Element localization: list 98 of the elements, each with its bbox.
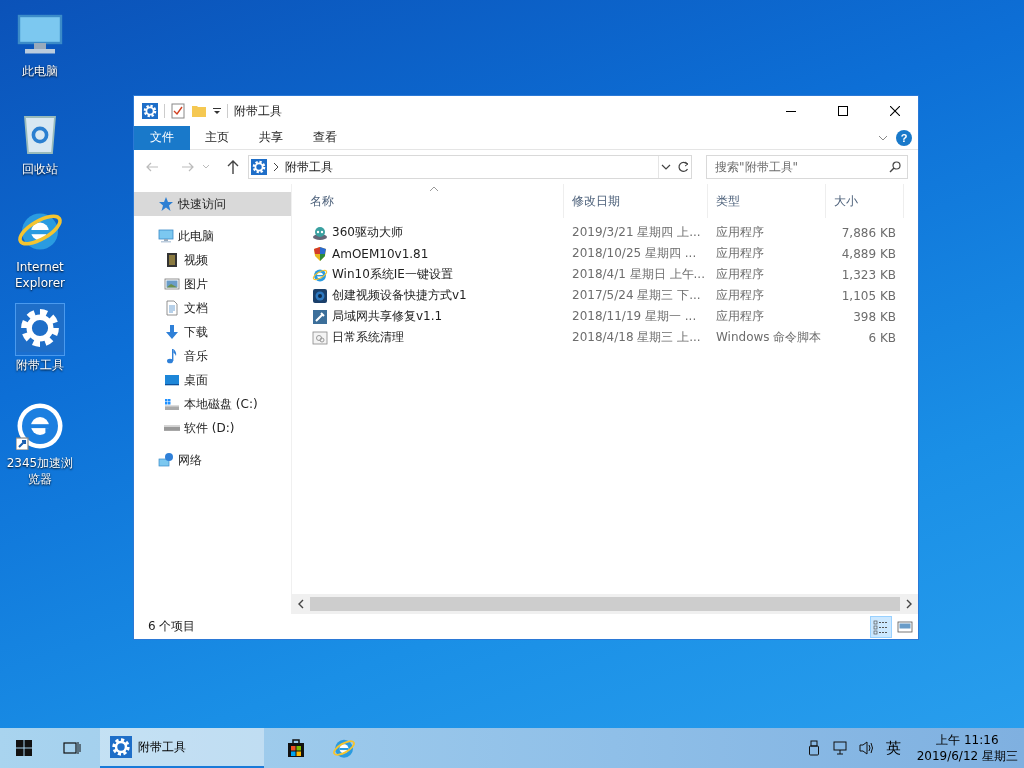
browser-logo-icon[interactable] <box>16 402 64 450</box>
table-cell-text: 1,105 KB <box>840 288 897 303</box>
ribbon-tab[interactable]: 文件 <box>134 125 190 150</box>
desktop-icon-label[interactable]: 附带工具 <box>4 357 76 373</box>
webcam-icon <box>312 287 328 304</box>
column-header[interactable]: 修改日期 <box>564 184 708 218</box>
nav-item[interactable]: 视频 <box>134 248 291 272</box>
robot-icon <box>312 224 328 241</box>
file-name-cell[interactable]: 日常系统清理 <box>302 329 564 346</box>
table-cell-text: 7,886 KB <box>840 225 897 240</box>
nav-item[interactable]: 桌面 <box>134 368 291 392</box>
task-view-icon <box>63 741 81 755</box>
chevron-icon <box>273 162 279 172</box>
computer-icon <box>158 228 174 244</box>
drive-icon <box>164 425 180 431</box>
file-name-cell[interactable]: 创建视频设备快捷方式v1 <box>302 287 564 304</box>
tool-icon <box>312 308 328 325</box>
refresh-icon[interactable] <box>677 161 689 173</box>
table-cell-text: 2018/4/18 星期三 上... <box>571 329 702 346</box>
expand-ribbon-icon[interactable] <box>878 133 888 142</box>
table-cell-text: 应用程序 <box>715 245 765 262</box>
file-name-cell[interactable]: AmOEM10v1.81 <box>302 245 564 262</box>
table-cell-text: 应用程序 <box>715 287 765 304</box>
column-header[interactable]: 类型 <box>708 184 826 218</box>
search-icon <box>889 161 901 173</box>
up-icon[interactable] <box>226 159 240 175</box>
shopping-bag-icon <box>286 738 306 758</box>
windows-logo-icon <box>16 740 32 756</box>
desktop-icon-label[interactable]: 2345加速浏览器 <box>4 455 76 487</box>
file-name-cell[interactable]: Win10系统IE一键设置 <box>302 266 564 283</box>
desktop-icon-label[interactable]: Internet Explorer <box>4 259 76 291</box>
desktop-icon-label[interactable]: 回收站 <box>4 161 76 177</box>
search-field[interactable]: 搜索"附带工具" <box>706 155 908 179</box>
table-cell-text: 2017/5/24 星期三 下... <box>571 287 702 304</box>
table-cell-text: 应用程序 <box>715 224 765 241</box>
column-header[interactable]: 大小 <box>826 184 904 218</box>
gear-icon <box>142 103 158 119</box>
nav-item[interactable]: 网络 <box>134 448 291 472</box>
table-cell-text: 2019/3/21 星期四 上... <box>571 224 702 241</box>
help-button[interactable]: ? <box>896 129 912 146</box>
drive-icon <box>164 396 180 412</box>
address-path[interactable]: 附带工具 <box>285 158 652 176</box>
table-cell-text: 6 KB <box>867 330 897 345</box>
address-bar[interactable]: 附带工具 <box>248 155 692 179</box>
table-cell-text: 398 KB <box>852 309 897 324</box>
details-view-icon <box>873 618 889 635</box>
network-icon <box>158 452 174 468</box>
nav-item[interactable]: 本地磁盘 (C:) <box>134 392 291 416</box>
desktop-icon <box>164 372 180 388</box>
desktop-icon-label[interactable]: 此电脑 <box>4 63 76 79</box>
file-name-cell[interactable]: 局域网共享修复v1.1 <box>302 308 564 325</box>
close-icon <box>890 106 900 116</box>
script-icon <box>312 329 328 346</box>
download-icon <box>164 324 180 340</box>
item-count: 6 个项目 <box>148 618 197 635</box>
gear-icon <box>110 736 132 758</box>
maximize-icon <box>838 106 848 116</box>
ribbon-tab[interactable]: 查看 <box>298 125 352 150</box>
details-view-button[interactable] <box>870 615 892 638</box>
input-method-indicator[interactable]: 英 <box>881 728 909 768</box>
table-cell-text: 应用程序 <box>715 266 765 283</box>
scroll-right-icon[interactable] <box>905 599 913 609</box>
table-cell-text: 2018/4/1 星期日 上午... <box>571 266 706 283</box>
table-cell-text: 2018/11/19 星期一 ... <box>571 308 698 325</box>
nav-item[interactable]: 此电脑 <box>134 224 291 248</box>
shield-icon <box>312 245 328 262</box>
dropdown-icon[interactable] <box>661 163 671 171</box>
nav-item[interactable]: 快速访问 <box>134 192 291 216</box>
table-cell-text: 4,889 KB <box>840 246 897 261</box>
table-cell-text: 应用程序 <box>715 308 765 325</box>
window-title: 附带工具 <box>234 102 283 120</box>
table-cell-text: 1,323 KB <box>840 267 897 282</box>
nav-item[interactable]: 图片 <box>134 272 291 296</box>
gear-icon[interactable] <box>16 304 64 352</box>
gear-icon <box>251 159 267 175</box>
properties-icon[interactable] <box>171 103 185 119</box>
film-icon <box>164 252 180 268</box>
ribbon-tab[interactable]: 主页 <box>190 125 244 150</box>
taskbar-window-button[interactable]: 附带工具 <box>100 728 264 768</box>
table-cell-text: 2018/10/25 星期四 ... <box>571 245 698 262</box>
volume-icon[interactable] <box>858 740 875 756</box>
network-status-icon[interactable] <box>832 740 849 756</box>
horizontal-scrollbar[interactable] <box>292 594 918 614</box>
large-icons-view-icon <box>897 618 913 635</box>
star-icon <box>158 196 174 212</box>
file-name-cell[interactable]: 360驱动大师 <box>302 224 564 241</box>
clock[interactable]: 上午 11:16 2019/6/12 星期三 <box>908 728 1024 768</box>
ribbon-tab[interactable]: 共享 <box>244 125 298 150</box>
column-header[interactable]: 名称 <box>302 184 564 218</box>
scroll-left-icon[interactable] <box>297 599 305 609</box>
nav-item[interactable]: 下载 <box>134 320 291 344</box>
picture-icon <box>164 276 180 292</box>
minimize-icon <box>786 110 796 112</box>
table-cell-text: Windows 命令脚本 <box>715 329 823 346</box>
nav-item[interactable]: 文档 <box>134 296 291 320</box>
nav-item[interactable]: 音乐 <box>134 344 291 368</box>
document-icon <box>164 300 180 316</box>
nav-item[interactable]: 软件 (D:) <box>134 416 291 440</box>
